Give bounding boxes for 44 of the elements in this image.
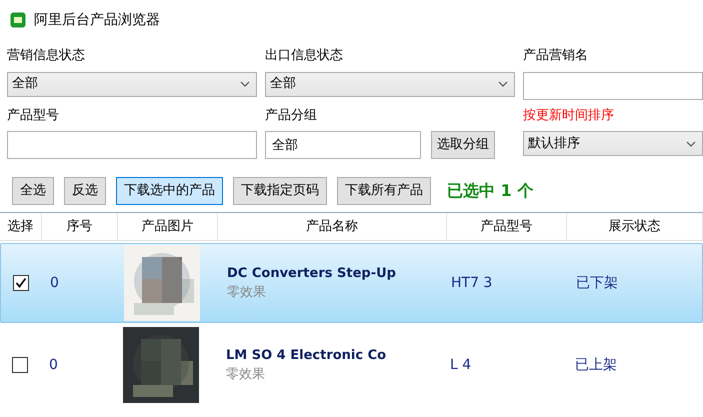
caret-icon [240,81,250,87]
caret-icon [498,81,508,87]
table-cell-text: 0 [49,274,60,292]
input-field[interactable] [7,131,257,159]
table-cell-text: HT7 3 [450,274,494,292]
field-label: 营销信息状态 [7,47,86,65]
table-row[interactable]: 0 LM SO 4 Electronic Co 零效果 L 4 已上架 [0,325,703,405]
action-button[interactable]: 下载所有产品 [337,177,431,205]
action-button[interactable]: 下载指定页码 [233,177,327,205]
dropdown[interactable]: 全部 [265,72,515,96]
product-subtitle: 零效果 [227,284,267,302]
column-header[interactable]: 产品型号 [447,213,567,240]
window-title: 阿里后台产品浏览器 [34,10,160,30]
action-button[interactable]: 反选 [64,177,106,205]
field-label: 产品分组 [265,106,318,124]
app-icon [10,12,26,28]
column-header[interactable]: 选择 [0,213,42,240]
table-cell-text: L 4 [449,356,472,374]
table-cell-text: 已下架 [575,274,619,292]
dropdown[interactable]: 全部 [7,72,257,96]
product-name: DC Converters Step-Up [227,264,397,282]
field-label: 产品型号 [7,106,60,124]
action-button[interactable]: 下载选中的产品 [116,177,223,205]
select-group-button[interactable]: 选取分组 [431,131,495,159]
checkbox[interactable] [12,357,28,373]
input-field[interactable] [523,72,703,100]
table-cell-text: 0 [48,356,59,374]
input-field[interactable]: 全部 [265,131,421,159]
product-name: LM SO 4 Electronic Co [226,346,388,364]
selection-count: 已选中 1 个 [447,180,534,202]
column-header[interactable]: 产品名称 [218,213,447,240]
caret-icon [686,140,696,146]
table-cell-text: 已上架 [574,356,618,374]
field-label: 出口信息状态 [265,47,344,65]
checkbox[interactable] [13,275,29,291]
column-header[interactable]: 序号 [42,213,118,240]
action-button[interactable]: 全选 [12,177,54,205]
selected-row[interactable]: 0 DC Converters Step-Up 零效果 HT7 3 已下架 [0,243,703,323]
field-label: 按更新时间排序 [523,106,615,124]
product-subtitle: 零效果 [226,366,266,384]
column-header[interactable]: 展示状态 [567,213,703,240]
dropdown[interactable]: 默认排序 [523,131,703,156]
column-header[interactable]: 产品图片 [118,213,218,240]
field-label: 产品营销名 [523,47,589,65]
